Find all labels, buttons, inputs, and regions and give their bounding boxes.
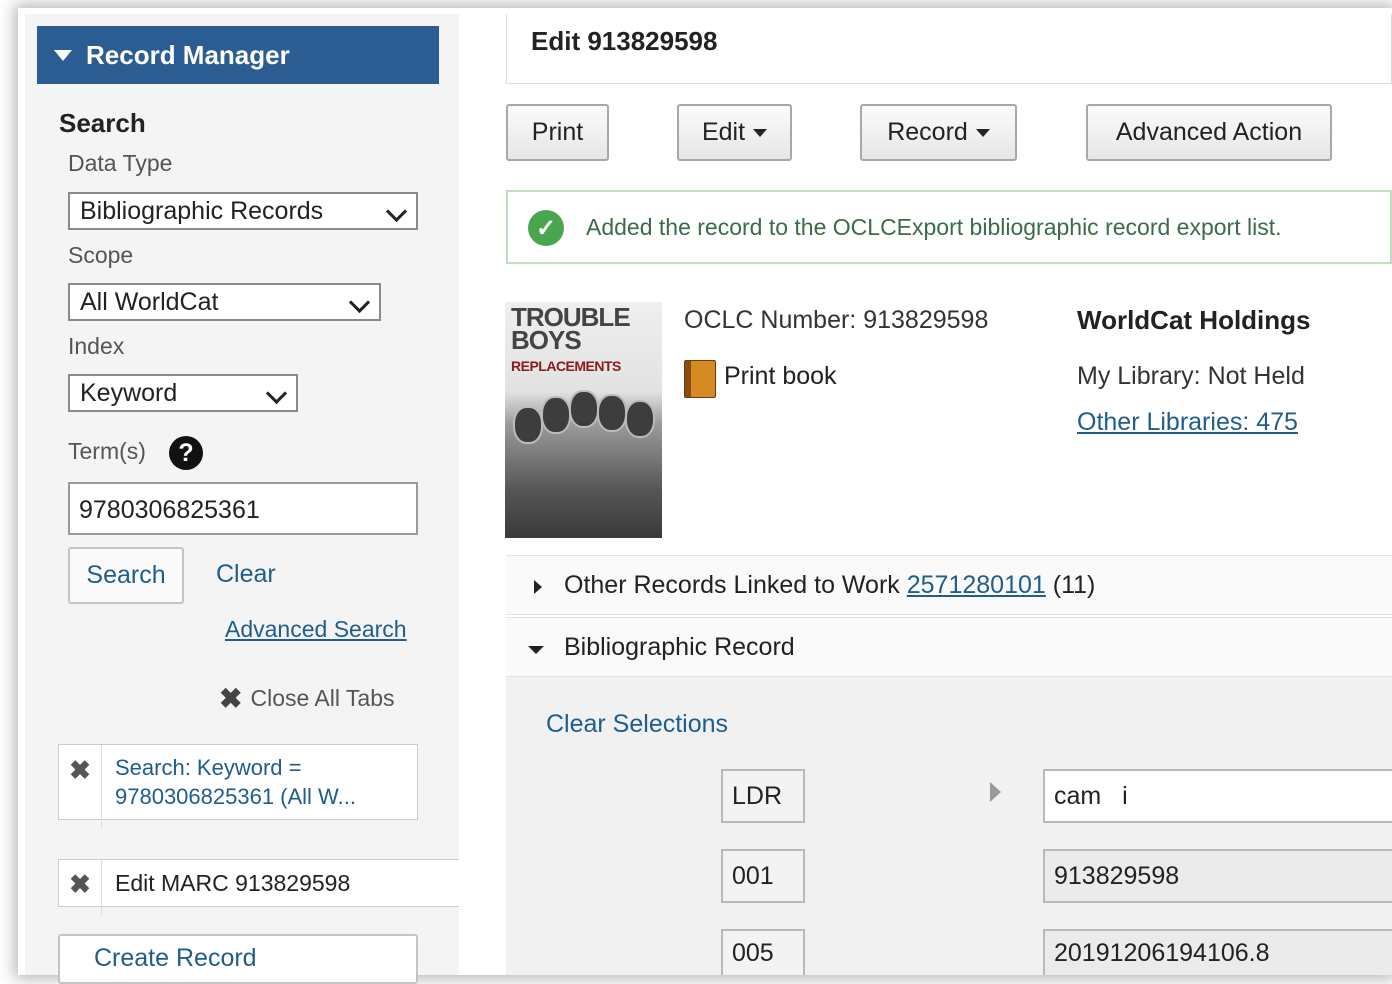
book-cover-image: TROUBLE BOYS REPLACEMENTS	[505, 302, 662, 538]
print-book-icon	[684, 360, 716, 398]
caret-down-icon	[753, 128, 768, 137]
cover-photo	[513, 390, 655, 460]
close-tab-icon[interactable]: ✖	[59, 860, 102, 915]
terms-label: Term(s)	[68, 438, 146, 464]
search-heading: Search	[59, 108, 146, 138]
index-select[interactable]: Keyword	[68, 374, 298, 412]
clear-link[interactable]: Clear	[216, 560, 276, 589]
close-tab-icon[interactable]: ✖	[59, 745, 102, 829]
sidebar: Record Manager Search Data Type Bibliogr…	[25, 14, 459, 984]
format-label: Print book	[724, 362, 837, 390]
open-tab-edit-marc[interactable]: ✖ Edit MARC 913829598	[58, 859, 459, 915]
print-button[interactable]: Print	[506, 104, 609, 161]
marc-field-ldr-value[interactable]: cam i	[1043, 769, 1392, 823]
marc-field-005-value: 20191206194106.8	[1043, 929, 1392, 975]
edit-menu-button[interactable]: Edit	[677, 104, 792, 161]
linked-work-label: Other Records Linked to Work 2571280101 …	[564, 571, 1096, 599]
page-title: Edit 913829598	[531, 26, 718, 56]
other-libraries-link[interactable]: Other Libraries: 475	[1077, 408, 1298, 437]
caret-down-icon	[975, 128, 990, 137]
marc-tag-ldr[interactable]: LDR	[721, 769, 805, 823]
index-label: Index	[68, 333, 125, 359]
linked-work-section[interactable]: Other Records Linked to Work 2571280101 …	[506, 555, 1392, 615]
success-alert: ✓ Added the record to the OCLCExport bib…	[506, 190, 1392, 264]
create-record-button[interactable]: Create Record	[58, 934, 418, 984]
bibliographic-record-label: Bibliographic Record	[564, 633, 795, 661]
cover-title: TROUBLE BOYS	[511, 302, 631, 355]
marc-tag-001[interactable]: 001	[721, 849, 805, 903]
record-menu-button[interactable]: Record	[860, 104, 1017, 161]
collapse-caret-icon	[54, 49, 72, 61]
bibliographic-record-section[interactable]: Bibliographic Record	[506, 617, 1392, 677]
cover-subtitle: REPLACEMENTS	[511, 358, 621, 374]
open-tab-search[interactable]: ✖ Search: Keyword = 9780306825361 (All W…	[58, 744, 418, 829]
chevron-down-icon	[265, 382, 288, 405]
open-tab-search-label: Search: Keyword = 9780306825361 (All W..…	[115, 755, 356, 809]
collapse-arrow-icon	[528, 646, 544, 654]
data-type-value: Bibliographic Records	[80, 196, 324, 225]
advanced-action-button[interactable]: Advanced Action	[1086, 104, 1332, 161]
edit-title-bar: Edit 913829598	[506, 14, 1392, 84]
work-id-link[interactable]: 2571280101	[907, 571, 1046, 599]
close-icon: ✖	[219, 683, 243, 714]
advanced-search-link[interactable]: Advanced Search	[225, 616, 407, 643]
expand-arrow-icon	[534, 580, 542, 594]
scope-value: All WorldCat	[80, 287, 219, 316]
alert-message: Added the record to the OCLCExport bibli…	[586, 214, 1282, 240]
checkmark-icon: ✓	[528, 210, 564, 246]
scope-label: Scope	[68, 242, 134, 268]
scope-select[interactable]: All WorldCat	[68, 283, 381, 321]
marc-tag-005[interactable]: 005	[721, 929, 805, 975]
data-type-select[interactable]: Bibliographic Records	[68, 192, 418, 230]
close-all-tabs-button[interactable]: ✖ Close All Tabs	[219, 682, 395, 715]
marc-field-001-value: 913829598	[1043, 849, 1392, 903]
index-value: Keyword	[80, 378, 178, 407]
my-library-holdings: My Library: Not Held	[1077, 362, 1305, 390]
worldcat-holdings-title: WorldCat Holdings	[1077, 305, 1311, 335]
chevron-down-icon	[385, 200, 408, 223]
record-manager-header[interactable]: Record Manager	[37, 26, 439, 84]
close-all-tabs-label: Close All Tabs	[250, 685, 395, 711]
expand-field-arrow-icon[interactable]	[990, 782, 1001, 802]
search-button[interactable]: Search	[68, 547, 184, 604]
clear-selections-link[interactable]: Clear Selections	[546, 710, 728, 739]
help-icon[interactable]: ?	[169, 436, 203, 470]
sidebar-title: Record Manager	[86, 39, 290, 70]
oclc-number: OCLC Number: 913829598	[684, 306, 989, 334]
chevron-down-icon	[348, 291, 371, 314]
terms-input[interactable]: 9780306825361	[68, 482, 418, 535]
open-tab-edit-marc-label: Edit MARC 913829598	[115, 870, 351, 896]
data-type-label: Data Type	[68, 150, 173, 176]
